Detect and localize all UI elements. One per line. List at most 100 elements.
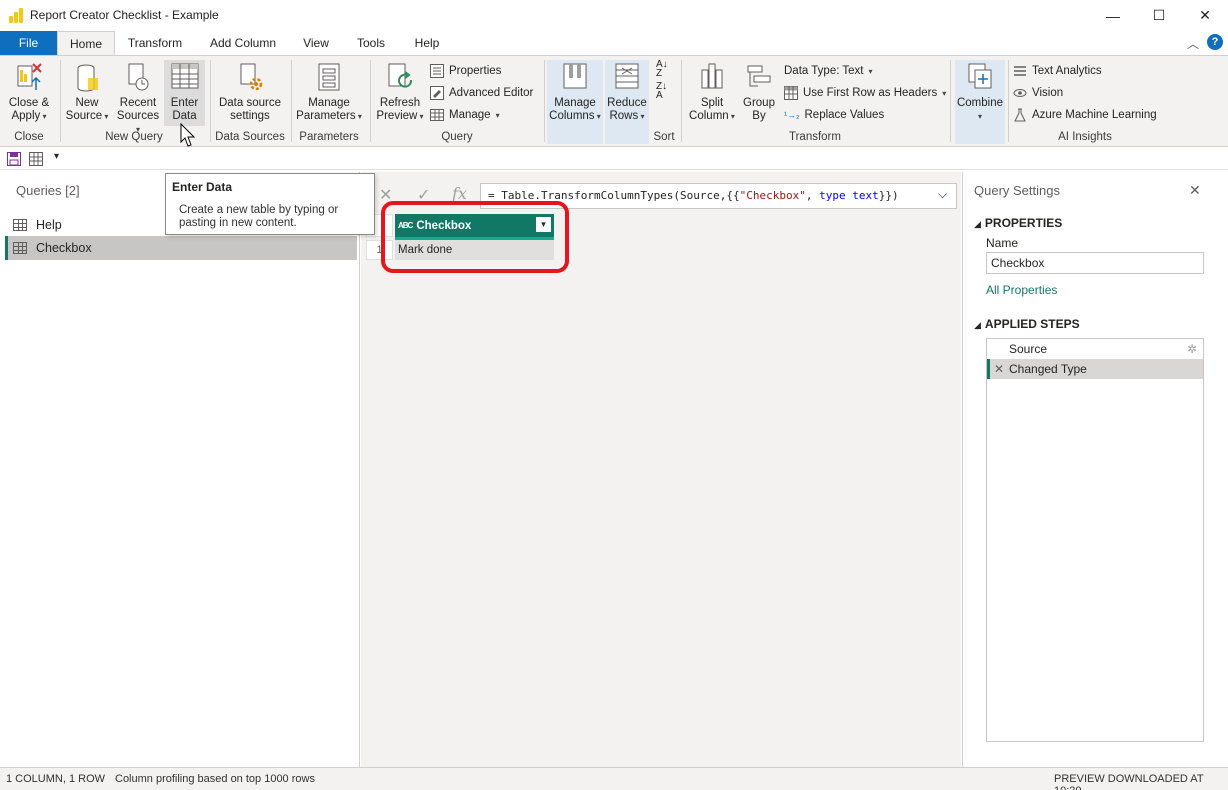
reduce-rows-icon: [615, 63, 639, 89]
status-profiling: Column profiling based on top 1000 rows: [115, 773, 315, 785]
replace-values-button[interactable]: ¹→₂ Replace Values: [784, 106, 884, 124]
vision-eye-icon: [1013, 89, 1027, 97]
manage-parameters-button[interactable]: Manage Parameters ▾: [295, 60, 363, 126]
formula-suffix: }}): [878, 189, 899, 202]
customize-toolbar-icon[interactable]: ▾: [54, 151, 59, 162]
applied-steps-section-header[interactable]: ◢ APPLIED STEPS: [974, 317, 1080, 331]
tooltip-title: Enter Data: [172, 180, 233, 194]
text-analytics-icon: [1014, 66, 1026, 76]
recent-sources-icon: [128, 63, 149, 91]
window-title: Report Creator Checklist - Example: [30, 8, 219, 22]
tab-tools[interactable]: Tools: [350, 31, 392, 55]
step-label: Source: [1009, 342, 1048, 356]
ribbon-separator: [370, 60, 371, 142]
sort-descending-icon: Z↓ A: [656, 81, 668, 101]
all-properties-link[interactable]: All Properties: [986, 283, 1057, 297]
step-item[interactable]: ✕ Changed Type: [987, 359, 1203, 379]
sort-ascending-button[interactable]: A↓ Z: [656, 60, 668, 79]
applied-steps-section-label: APPLIED STEPS: [984, 317, 1080, 331]
expand-formula-icon[interactable]: ⌵: [938, 187, 947, 202]
query-name-input[interactable]: Checkbox: [986, 252, 1204, 274]
vision-button[interactable]: Vision: [1013, 84, 1063, 102]
close-apply-button[interactable]: Close & Apply ▾: [4, 60, 54, 126]
table-grid-icon: [171, 63, 198, 89]
table-icon[interactable]: [29, 152, 43, 166]
collapse-triangle-icon: ◢: [974, 320, 981, 330]
tab-file[interactable]: File: [0, 31, 57, 55]
queries-title: Queries [2]: [16, 183, 80, 198]
group-by-label: Group By: [743, 97, 775, 122]
ribbon-separator: [210, 60, 211, 142]
step-item[interactable]: Source ✲: [987, 339, 1203, 359]
combine-button[interactable]: Combine ▾: [955, 60, 1005, 144]
collapse-ribbon-icon[interactable]: ︿: [1187, 35, 1199, 52]
title-bar: Report Creator Checklist - Example — ☐ ✕: [0, 0, 1228, 31]
group-label-ai-insights: AI Insights: [1058, 131, 1112, 143]
ribbon: Close & Apply ▾ Close New Source ▾ Recen…: [0, 55, 1228, 147]
help-icon[interactable]: ?: [1207, 34, 1223, 50]
reduce-rows-button[interactable]: Reduce Rows ▾: [605, 60, 649, 144]
status-row-count: 1 COLUMN, 1 ROW: [6, 773, 106, 785]
ribbon-separator: [1008, 60, 1009, 142]
use-first-row-button[interactable]: Use First Row as Headers ▾: [784, 84, 946, 102]
ribbon-separator: [544, 60, 545, 142]
group-by-button[interactable]: Group By: [740, 60, 778, 126]
recent-sources-button[interactable]: Recent Sources ▾: [114, 60, 162, 134]
mouse-cursor-icon: [180, 123, 196, 147]
properties-icon: [430, 64, 444, 78]
data-source-settings-button[interactable]: Data source settings: [214, 60, 286, 126]
replace-values-label: Replace Values: [804, 109, 885, 121]
save-icon[interactable]: [7, 152, 21, 166]
step-settings-gear-icon[interactable]: ✲: [1187, 339, 1197, 359]
database-icon: [77, 64, 98, 92]
status-bar: 1 COLUMN, 1 ROW Column profiling based o…: [0, 767, 1228, 790]
data-type-dropdown[interactable]: Data Type: Text ▾: [784, 62, 873, 80]
applied-steps-list: Source ✲ ✕ Changed Type: [986, 338, 1204, 742]
query-item-checkbox[interactable]: Checkbox: [5, 236, 357, 260]
group-label-sort: Sort: [653, 131, 675, 143]
combine-label: Combine: [956, 97, 1004, 109]
enter-data-tooltip: Enter Data Create a new table by typing …: [165, 173, 375, 235]
tab-home[interactable]: Home: [57, 31, 115, 56]
delete-step-icon[interactable]: ✕: [994, 359, 1004, 379]
data-source-settings-icon: [240, 63, 263, 91]
tab-help[interactable]: Help: [406, 31, 448, 55]
properties-section-header[interactable]: ◢ PROPERTIES: [974, 216, 1062, 230]
tooltip-body: Create a new table by typing or pasting …: [179, 204, 339, 229]
properties-button[interactable]: Properties: [430, 62, 501, 80]
ribbon-separator: [60, 60, 61, 142]
data-source-settings-label: Data source settings: [218, 97, 281, 122]
manage-table-icon: [430, 109, 444, 121]
ribbon-separator: [681, 60, 682, 142]
enter-data-label: Enter Data: [170, 97, 199, 122]
close-apply-icon: [17, 63, 42, 90]
split-column-button[interactable]: Split Column ▾: [686, 60, 738, 126]
formula-keyword: type text: [819, 189, 879, 202]
tab-transform[interactable]: Transform: [120, 31, 190, 55]
manage-button[interactable]: Manage ▾: [430, 106, 500, 124]
vision-label: Vision: [1032, 87, 1064, 99]
close-settings-icon[interactable]: ✕: [1189, 182, 1201, 199]
minimize-button[interactable]: —: [1090, 0, 1136, 31]
formula-string: "Checkbox": [739, 189, 806, 202]
formula-separator: ,: [805, 189, 820, 202]
refresh-preview-label: Refresh Preview: [376, 97, 421, 122]
maximize-button[interactable]: ☐: [1136, 0, 1182, 31]
tab-view[interactable]: View: [296, 31, 336, 55]
split-column-icon: [701, 63, 723, 89]
enter-data-button[interactable]: Enter Data: [164, 60, 205, 126]
power-bi-logo-icon: [9, 8, 23, 23]
refresh-preview-button[interactable]: Refresh Preview ▾: [374, 60, 426, 126]
text-analytics-button[interactable]: Text Analytics: [1013, 62, 1102, 80]
manage-columns-button[interactable]: Manage Columns ▾: [547, 60, 603, 144]
advanced-editor-button[interactable]: Advanced Editor: [430, 84, 533, 102]
sort-descending-button[interactable]: Z↓ A: [656, 81, 668, 101]
new-source-button[interactable]: New Source ▾: [64, 60, 110, 126]
group-label-parameters: Parameters: [299, 131, 359, 143]
close-window-button[interactable]: ✕: [1182, 0, 1228, 31]
tab-add-column[interactable]: Add Column: [202, 31, 284, 55]
step-label: Changed Type: [1009, 362, 1087, 376]
table-icon: [13, 242, 27, 254]
azure-ml-button[interactable]: Azure Machine Learning: [1013, 106, 1157, 124]
refresh-icon: [388, 63, 413, 88]
